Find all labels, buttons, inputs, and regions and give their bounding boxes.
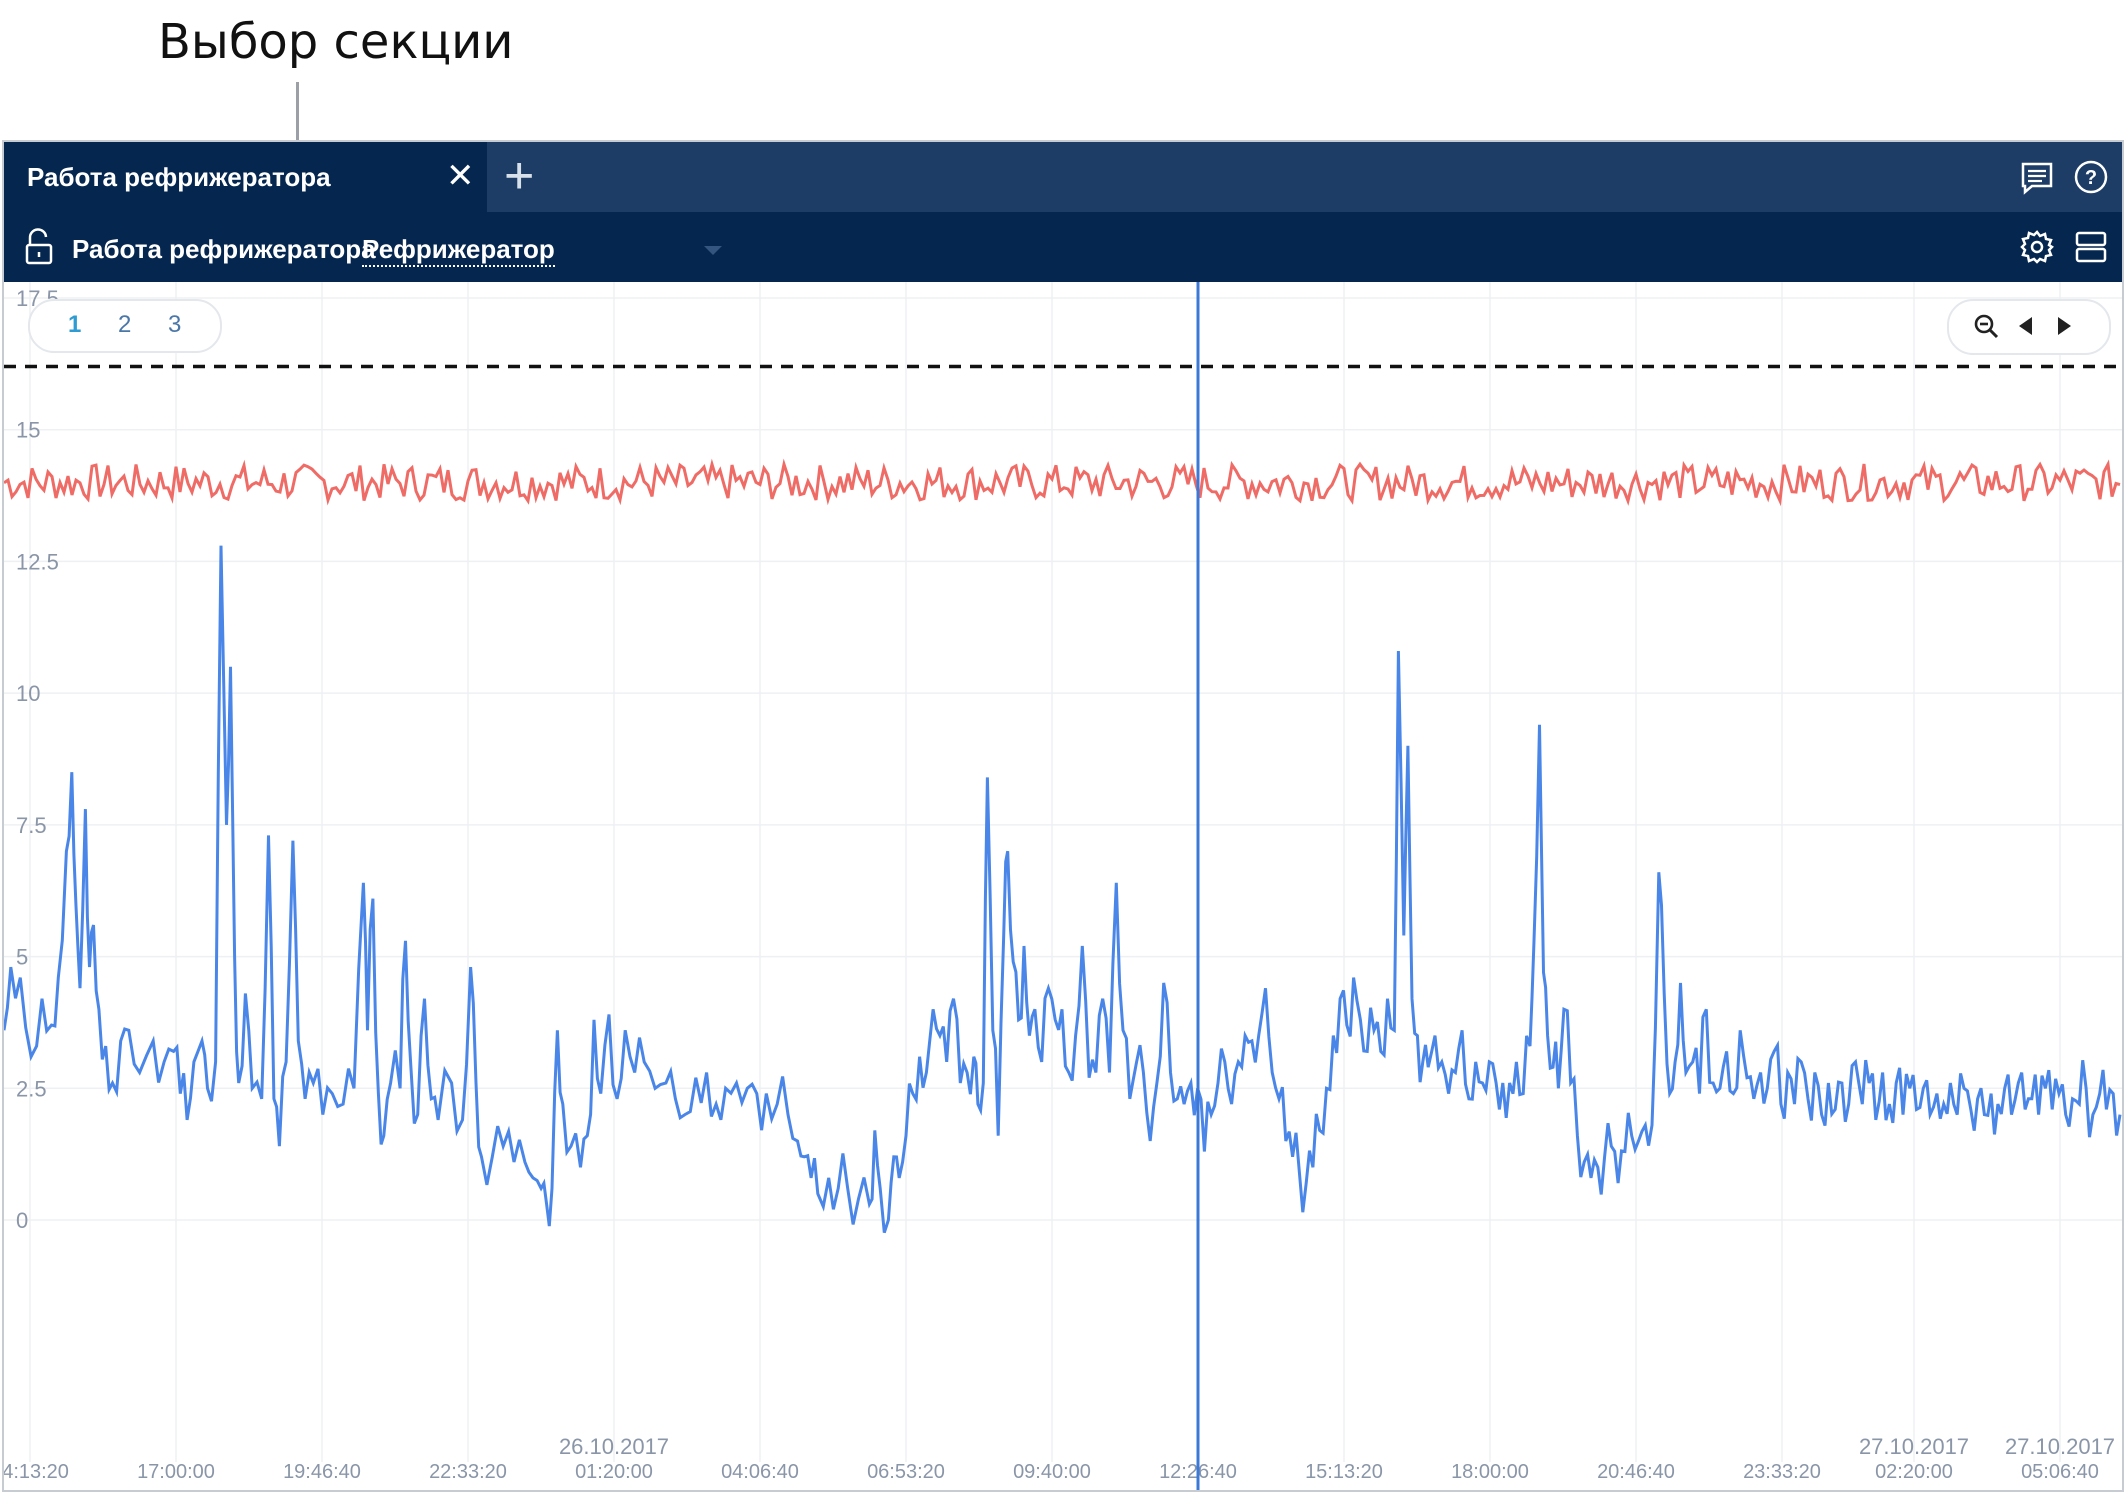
svg-text:?: ? <box>2085 167 2097 189</box>
x-date-label: 27.10.2017 <box>1859 1434 1969 1459</box>
gear-icon[interactable] <box>2018 228 2056 266</box>
app-window: Работа рефрижератора ✕ + ? Работа рефриж… <box>0 140 2124 1492</box>
dashboard-title: Работа рефрижератора <box>72 234 376 264</box>
toolbar: Работа рефрижератора Рефрижератор <box>4 212 2122 282</box>
help-icon[interactable]: ? <box>2072 158 2110 196</box>
section-select-callout: Выбор секции <box>158 14 514 70</box>
x-tick-label: 22:33:20 <box>429 1461 507 1483</box>
x-tick-label: 02:20:00 <box>1875 1461 1953 1483</box>
object-select[interactable]: Рефрижератор <box>362 234 555 267</box>
chart-navigation <box>1947 299 2111 355</box>
x-tick-label: 17:00:00 <box>137 1461 215 1483</box>
y-tick-label: 10 <box>16 681 40 706</box>
tab-title: Работа рефрижератора <box>27 162 331 192</box>
x-tick-label: 18:00:00 <box>1451 1461 1529 1483</box>
y-tick-label: 12.5 <box>16 549 59 574</box>
plus-icon[interactable]: + <box>504 146 534 206</box>
x-tick-label: 01:20:00 <box>575 1461 653 1483</box>
arrow-left-icon[interactable] <box>2013 313 2039 339</box>
chart-area[interactable]: 17.51512.5107.552.5014:13:2017:00:0019:4… <box>0 282 2122 1490</box>
x-tick-label: 05:06:40 <box>2021 1461 2099 1483</box>
section-3-button[interactable]: 3 <box>168 311 181 339</box>
section-pager: 1 2 3 <box>28 299 222 353</box>
y-tick-label: 2.5 <box>16 1076 47 1101</box>
line-chart[interactable]: 17.51512.5107.552.5014:13:2017:00:0019:4… <box>0 282 2122 1490</box>
x-tick-label: 09:40:00 <box>1013 1461 1091 1483</box>
x-tick-label: 04:06:40 <box>721 1461 799 1483</box>
zoom-out-icon[interactable] <box>1973 313 1999 339</box>
section-1-button[interactable]: 1 <box>68 311 81 339</box>
y-tick-label: 5 <box>16 945 28 970</box>
split-view-icon[interactable] <box>2072 228 2110 266</box>
x-tick-label: 19:46:40 <box>283 1461 361 1483</box>
close-icon[interactable]: ✕ <box>446 156 475 196</box>
unlock-icon[interactable] <box>22 228 56 266</box>
section-2-button[interactable]: 2 <box>118 311 131 339</box>
comments-icon[interactable] <box>2018 158 2056 196</box>
x-tick-label: 23:33:20 <box>1743 1461 1821 1483</box>
x-date-label: 26.10.2017 <box>559 1434 669 1459</box>
arrow-right-icon[interactable] <box>2051 313 2077 339</box>
tab-work-refrigerator[interactable]: Работа рефрижератора ✕ <box>4 142 487 212</box>
x-tick-label: 15:13:20 <box>1305 1461 1383 1483</box>
x-tick-label: 06:53:20 <box>867 1461 945 1483</box>
x-tick-label: 20:46:40 <box>1597 1461 1675 1483</box>
x-tick-label: 14:13:20 <box>4 1461 69 1483</box>
chevron-down-icon[interactable] <box>704 246 722 255</box>
y-tick-label: 15 <box>16 418 40 443</box>
x-date-label: 27.10.2017 <box>2005 1434 2115 1459</box>
y-tick-label: 7.5 <box>16 813 47 838</box>
tab-bar: Работа рефрижератора ✕ + ? <box>4 142 2122 212</box>
y-tick-label: 0 <box>16 1208 28 1233</box>
